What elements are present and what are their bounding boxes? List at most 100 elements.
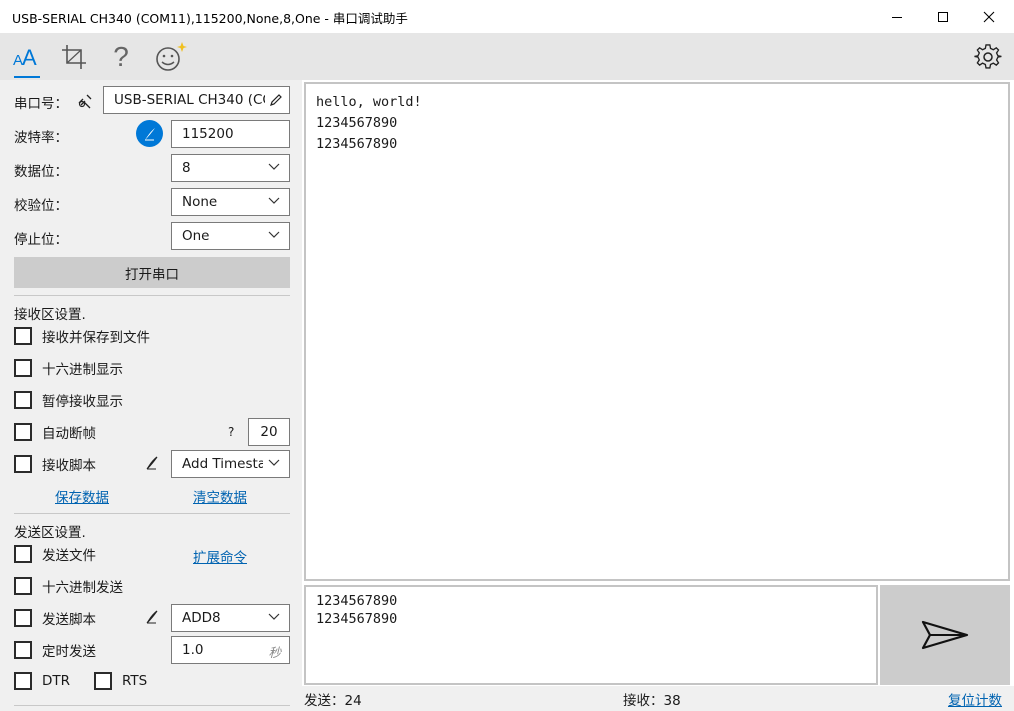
quill-icon bbox=[144, 127, 155, 140]
stopbits-label: 停止位： bbox=[14, 232, 68, 248]
help-button[interactable]: ? bbox=[101, 33, 141, 80]
edit-pencil-icon[interactable] bbox=[269, 93, 283, 107]
divider bbox=[14, 513, 290, 514]
close-button[interactable] bbox=[966, 0, 1012, 33]
timed-interval-field[interactable]: 1.0 秒 bbox=[171, 636, 290, 664]
parity-value: None bbox=[182, 194, 218, 210]
pause-display-checkbox[interactable] bbox=[14, 391, 32, 409]
hex-send-label: 十六进制发送 bbox=[42, 580, 123, 596]
send-script-label: 发送脚本 bbox=[42, 612, 96, 628]
chevron-down-icon bbox=[268, 163, 280, 170]
timed-send-option[interactable]: 定时发送 bbox=[14, 640, 96, 660]
quill-icon[interactable] bbox=[144, 609, 160, 625]
send-button[interactable] bbox=[880, 585, 1010, 685]
status-bar: 发送：24 接收：38 复位计数 bbox=[302, 686, 1014, 711]
save-to-file-option[interactable]: 接收并保存到文件 bbox=[14, 326, 150, 346]
about-button[interactable] bbox=[150, 33, 190, 80]
hex-send-option[interactable]: 十六进制发送 bbox=[14, 576, 123, 596]
svg-text:A: A bbox=[22, 45, 37, 70]
baud-field[interactable]: 115200 bbox=[171, 120, 290, 148]
smiley-icon bbox=[156, 41, 187, 71]
send-file-checkbox[interactable] bbox=[14, 545, 32, 563]
active-tool-underline bbox=[14, 76, 40, 78]
port-field[interactable]: USB-SERIAL CH340 (COM11) bbox=[103, 86, 290, 114]
baud-script-button[interactable] bbox=[136, 120, 163, 147]
send-script-checkbox[interactable] bbox=[14, 609, 32, 627]
toolbar: A A ? bbox=[0, 33, 1014, 80]
chevron-down-icon bbox=[268, 459, 280, 466]
reset-count-link[interactable]: 复位计数 bbox=[948, 689, 1002, 709]
chevron-down-icon bbox=[268, 613, 280, 620]
parity-select[interactable]: None bbox=[171, 188, 290, 216]
window-title: USB-SERIAL CH340 (COM11),115200,None,8,O… bbox=[12, 11, 408, 26]
send-icon bbox=[921, 620, 969, 650]
chevron-down-icon bbox=[268, 231, 280, 238]
auto-frame-checkbox[interactable] bbox=[14, 423, 32, 441]
font-tool-button[interactable]: A A bbox=[6, 33, 46, 80]
send-script-value: ADD8 bbox=[182, 610, 221, 626]
quill-icon[interactable] bbox=[144, 455, 160, 471]
timed-send-label: 定时发送 bbox=[42, 644, 96, 660]
divider bbox=[14, 705, 290, 706]
port-value: USB-SERIAL CH340 (COM11) bbox=[114, 92, 265, 108]
chevron-down-icon bbox=[268, 197, 280, 204]
crop-icon bbox=[62, 44, 86, 69]
sent-count: 发送：24 bbox=[304, 693, 362, 709]
hex-display-option[interactable]: 十六进制显示 bbox=[14, 358, 123, 378]
hex-display-checkbox[interactable] bbox=[14, 359, 32, 377]
received-count: 接收：38 bbox=[623, 693, 681, 709]
stopbits-select[interactable]: One bbox=[171, 222, 290, 250]
receive-script-option[interactable]: 接收脚本 bbox=[14, 454, 96, 474]
maximize-icon bbox=[938, 11, 948, 22]
extend-command-link[interactable]: 扩展命令 bbox=[193, 546, 247, 566]
dtr-option[interactable]: DTR bbox=[14, 672, 70, 690]
save-data-link[interactable]: 保存数据 bbox=[55, 486, 109, 506]
port-label: 串口号： bbox=[14, 96, 68, 112]
receive-script-checkbox[interactable] bbox=[14, 455, 32, 473]
hex-display-label: 十六进制显示 bbox=[42, 362, 123, 378]
parity-label: 校验位： bbox=[14, 198, 68, 214]
timed-send-checkbox[interactable] bbox=[14, 641, 32, 659]
send-script-option[interactable]: 发送脚本 bbox=[14, 608, 96, 628]
save-to-file-label: 接收并保存到文件 bbox=[42, 330, 150, 346]
send-file-option[interactable]: 发送文件 bbox=[14, 544, 96, 564]
baud-value: 115200 bbox=[182, 126, 234, 142]
auto-frame-help-icon[interactable]: ? bbox=[228, 425, 234, 439]
minimize-icon bbox=[892, 16, 902, 18]
open-port-button[interactable]: 打开串口 bbox=[14, 257, 290, 288]
timed-unit: 秒 bbox=[268, 645, 281, 660]
receive-textarea[interactable]: hello, world! 1234567890 1234567890 bbox=[304, 82, 1010, 581]
crop-tool-button[interactable] bbox=[54, 33, 94, 80]
receive-script-select[interactable]: Add Timestamp bbox=[171, 450, 290, 478]
databits-select[interactable]: 8 bbox=[171, 154, 290, 182]
send-textarea[interactable]: 1234567890 1234567890 bbox=[304, 585, 878, 685]
gear-icon bbox=[974, 43, 1002, 69]
disconnect-icon bbox=[78, 94, 92, 109]
dtr-checkbox[interactable] bbox=[14, 672, 32, 690]
maximize-button[interactable] bbox=[920, 0, 966, 33]
settings-button[interactable] bbox=[968, 33, 1008, 80]
auto-frame-option[interactable]: 自动断帧 bbox=[14, 422, 96, 442]
auto-frame-value: 20 bbox=[260, 424, 278, 440]
timed-interval-value: 1.0 bbox=[182, 642, 204, 658]
clear-data-link[interactable]: 清空数据 bbox=[193, 486, 247, 506]
send-file-label: 发送文件 bbox=[42, 548, 96, 564]
title-bar: USB-SERIAL CH340 (COM11),115200,None,8,O… bbox=[0, 0, 1014, 33]
send-script-select[interactable]: ADD8 bbox=[171, 604, 290, 632]
font-icon: A A bbox=[13, 45, 37, 70]
databits-value: 8 bbox=[182, 160, 191, 176]
receive-script-label: 接收脚本 bbox=[42, 458, 96, 474]
send-settings-header: 发送区设置. bbox=[14, 525, 86, 541]
rts-option[interactable]: RTS bbox=[94, 672, 147, 690]
minimize-button[interactable] bbox=[874, 0, 920, 33]
auto-frame-field[interactable]: 20 bbox=[248, 418, 290, 446]
rts-label: RTS bbox=[122, 673, 148, 689]
baud-label: 波特率： bbox=[14, 130, 68, 146]
port-scan-button[interactable] bbox=[74, 90, 96, 112]
hex-send-checkbox[interactable] bbox=[14, 577, 32, 595]
pause-display-option[interactable]: 暂停接收显示 bbox=[14, 390, 123, 410]
auto-frame-label: 自动断帧 bbox=[42, 426, 96, 442]
rts-checkbox[interactable] bbox=[94, 672, 112, 690]
save-to-file-checkbox[interactable] bbox=[14, 327, 32, 345]
databits-label: 数据位： bbox=[14, 164, 68, 180]
